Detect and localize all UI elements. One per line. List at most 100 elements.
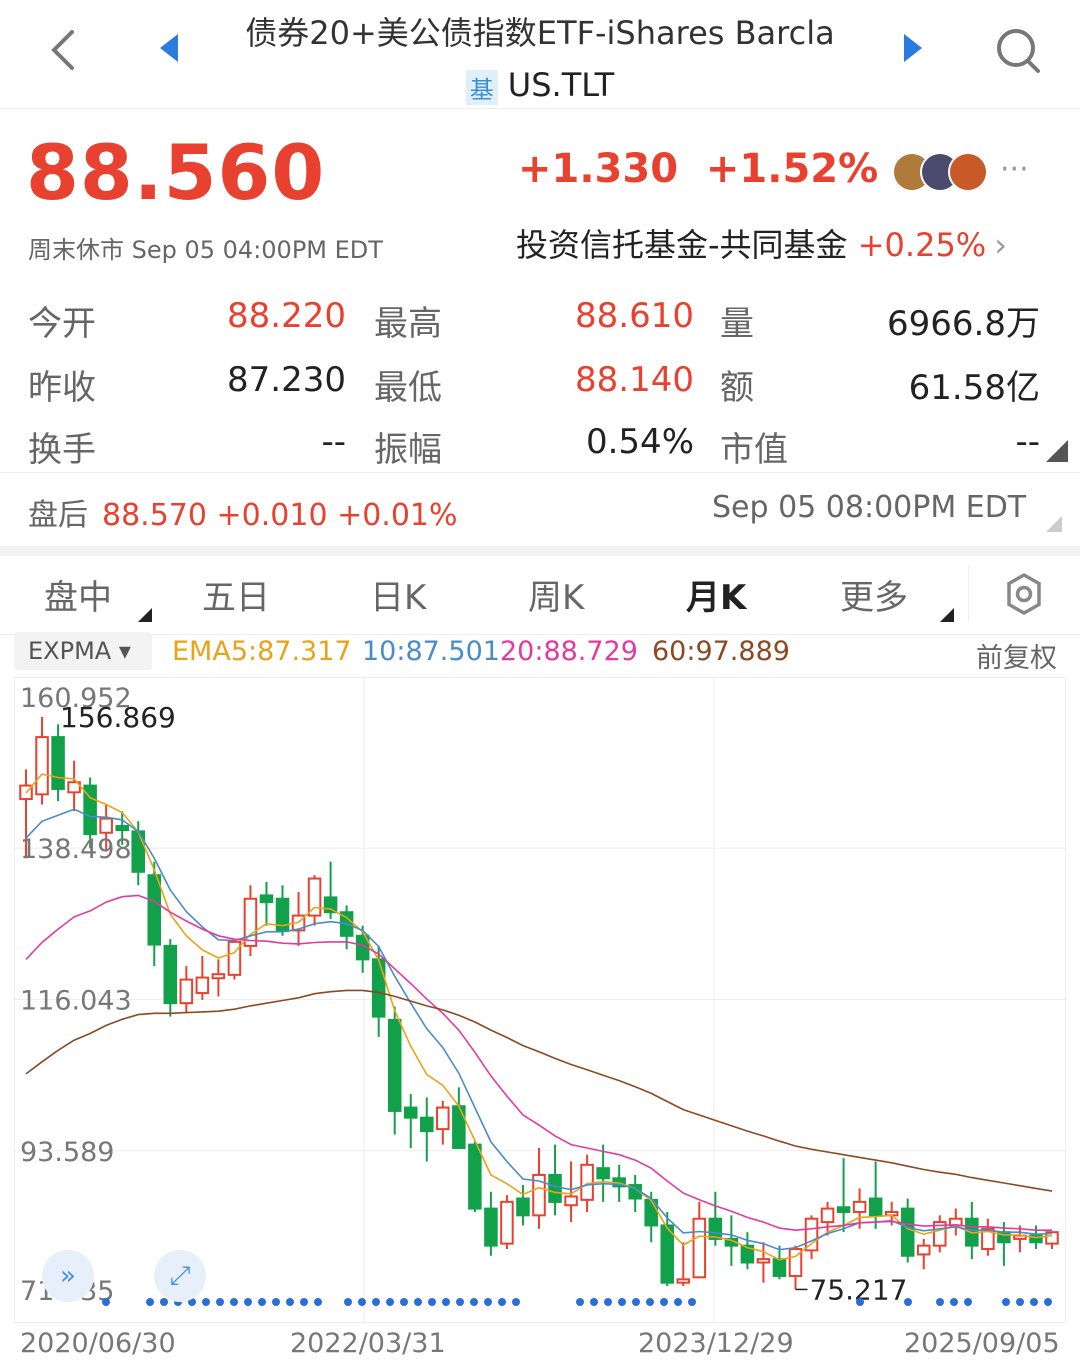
candle-body — [660, 1224, 675, 1284]
settings-icon[interactable] — [1004, 572, 1044, 616]
expand-chart-icon[interactable]: » — [42, 1250, 94, 1302]
price-adjust-selector[interactable]: 前复权 — [976, 636, 1057, 675]
market-status: 周末休市 Sep 05 04:00PM EDT — [28, 236, 383, 264]
after-hours-label: 盘后 — [28, 498, 88, 533]
tab-more-dropdown-icon[interactable] — [940, 608, 954, 622]
tab-intraday[interactable]: 盘中 — [44, 570, 112, 619]
candle-body — [387, 1019, 402, 1112]
event-dot — [674, 1298, 682, 1306]
candle-body — [484, 1207, 498, 1247]
candle-body — [452, 1105, 466, 1149]
candle-body — [820, 1207, 835, 1224]
candle-body — [371, 958, 386, 1018]
event-dot — [1030, 1298, 1038, 1306]
candle-body — [99, 817, 113, 834]
event-dot — [456, 1298, 464, 1306]
open-value: 88.220 — [227, 296, 346, 336]
prev-stock-icon[interactable] — [160, 34, 178, 62]
high-label: 最高 — [374, 304, 442, 344]
candle-body — [708, 1217, 723, 1240]
candle-body — [51, 736, 65, 790]
low-value: 88.140 — [575, 360, 694, 400]
event-dot — [950, 1298, 958, 1306]
candle-body — [195, 976, 210, 995]
event-dot — [498, 1298, 506, 1306]
candle-body — [307, 877, 322, 917]
expand-stats-icon[interactable] — [1046, 440, 1068, 462]
event-dot — [386, 1298, 394, 1306]
event-dot — [660, 1298, 668, 1306]
search-icon[interactable] — [994, 24, 1042, 76]
divider — [0, 472, 1080, 473]
candle-body — [596, 1167, 610, 1180]
candle-body — [115, 825, 129, 832]
category-change: +0.25% — [857, 226, 987, 264]
event-dot — [244, 1298, 252, 1306]
candle-body — [500, 1200, 514, 1245]
candle-body — [564, 1195, 578, 1207]
candle-body — [163, 944, 178, 1005]
event-dot — [1016, 1298, 1024, 1306]
category-link[interactable]: 投资信托基金-共同基金 +0.25% › — [516, 220, 1007, 266]
after-hours: 盘后 88.570 +0.010 +0.01% — [28, 490, 458, 534]
candle-body — [900, 1207, 915, 1257]
event-dot — [358, 1298, 366, 1306]
candle-body — [179, 978, 194, 1005]
event-dot — [1002, 1298, 1010, 1306]
community-avatars[interactable] — [892, 150, 992, 194]
tab-daily-k[interactable]: 日K — [370, 570, 426, 619]
candle-body — [211, 973, 226, 980]
event-dot — [160, 1298, 168, 1306]
next-stock-icon[interactable] — [904, 34, 922, 62]
event-dot — [688, 1298, 696, 1306]
x-tick-label: 2020/06/30 — [20, 1328, 176, 1359]
prev-close-label: 昨收 — [28, 368, 96, 408]
event-dot — [400, 1298, 408, 1306]
amount-label: 额 — [720, 368, 754, 408]
low-label: 最低 — [374, 368, 442, 408]
tab-more[interactable]: 更多 — [840, 570, 908, 619]
expand-after-hours-icon[interactable] — [1046, 516, 1062, 532]
more-icon[interactable]: ··· — [1000, 152, 1029, 187]
tab-weekly-k[interactable]: 周K — [528, 570, 584, 619]
candle-body — [259, 894, 274, 904]
amplitude-label: 振幅 — [374, 430, 442, 470]
stock-code: 基 US.TLT — [0, 66, 1080, 105]
event-dot — [484, 1298, 492, 1306]
header-bar: 债券20+美公债指数ETF-iShares Barcla 基 US.TLT — [0, 0, 1080, 109]
candle-body — [580, 1163, 594, 1201]
event-dot — [146, 1298, 154, 1306]
event-dot — [300, 1298, 308, 1306]
candle-body — [548, 1173, 562, 1203]
candle-body — [676, 1278, 691, 1284]
fullscreen-icon[interactable]: ⤢ — [154, 1250, 206, 1302]
event-dot — [904, 1298, 912, 1306]
event-dot — [272, 1298, 280, 1306]
candle-body — [756, 1258, 771, 1264]
category-name: 投资信托基金-共同基金 — [516, 226, 848, 264]
event-dot — [442, 1298, 450, 1306]
after-hours-time: Sep 05 08:00PM EDT — [712, 490, 1027, 525]
market-cap-label: 市值 — [720, 430, 788, 470]
fund-badge: 基 — [465, 69, 498, 105]
market-cap-value: -- — [1015, 422, 1040, 462]
indicator-selector[interactable]: EXPMA ▾ — [14, 632, 152, 670]
volume-label: 量 — [720, 304, 754, 344]
ticker: US.TLT — [507, 66, 615, 104]
turnover-value: -- — [321, 422, 346, 462]
ema20-value: 20:88.729 — [500, 636, 638, 667]
amplitude-value: 0.54% — [585, 422, 694, 462]
ema-line — [25, 773, 1053, 1261]
ema10-value: 10:87.501 — [362, 636, 500, 667]
event-dot — [576, 1298, 584, 1306]
event-dot — [856, 1298, 864, 1306]
tab-intraday-dropdown-icon[interactable] — [138, 608, 152, 622]
candle-body — [772, 1258, 787, 1277]
tab-five-day[interactable]: 五日 — [202, 570, 270, 619]
candle-body — [323, 896, 338, 914]
event-dot — [590, 1298, 598, 1306]
tab-monthly-k[interactable]: 月K — [686, 570, 746, 619]
candle-body — [35, 736, 49, 796]
tab-divider — [968, 566, 969, 622]
candle-body — [804, 1217, 819, 1252]
